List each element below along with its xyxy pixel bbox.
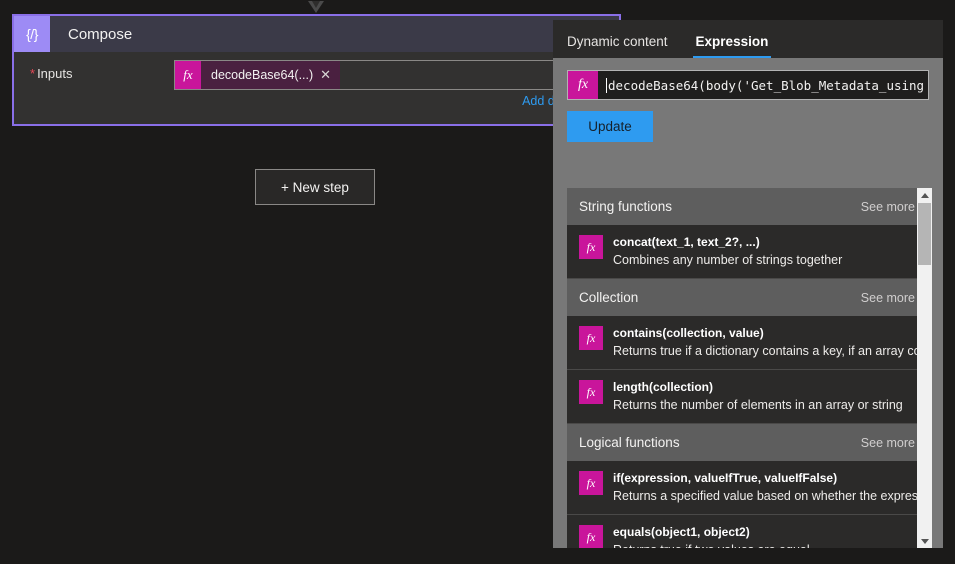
expression-flyout-panel: Dynamic content Expression fx decodeBase… — [553, 20, 943, 548]
compose-icon-glyph: {/} — [26, 26, 38, 42]
compose-card-title: Compose — [68, 25, 133, 43]
fx-icon: fx — [568, 71, 598, 99]
compose-braces-icon: {/} — [14, 16, 50, 52]
fx-icon: fx — [579, 380, 603, 404]
function-signature: length(collection) — [613, 380, 713, 394]
see-more-link[interactable]: See more — [861, 291, 915, 305]
section-title: String functions — [579, 199, 673, 214]
function-list-item[interactable]: fx if(expression, valueIfTrue, valueIfFa… — [567, 461, 929, 515]
function-signature: equals(object1, object2) — [613, 525, 750, 539]
expression-value: decodeBase64(body('Get_Blob_Metadata_usi… — [608, 77, 925, 93]
section-header-collection: Collection See more — [567, 279, 929, 316]
function-signature: concat(text_1, text_2?, ...) — [613, 235, 760, 249]
scrollbar-thumb[interactable] — [918, 203, 931, 265]
function-description: Combines any number of strings together — [613, 253, 843, 267]
required-marker: * — [30, 66, 36, 81]
function-list-scrollbar[interactable] — [917, 188, 932, 548]
function-text: equals(object1, object2) Returns true if… — [613, 523, 917, 548]
fx-icon: fx — [579, 235, 603, 259]
fx-icon: fx — [579, 326, 603, 350]
function-text: length(collection) Returns the number of… — [613, 378, 917, 414]
scroll-down-arrow-icon[interactable] — [917, 534, 932, 548]
expression-editor-area: fx decodeBase64(body('Get_Blob_Metadata_… — [553, 58, 943, 156]
compose-card-body: *Inputs fx decodeBase64(...) ✕ Add dynam… — [14, 52, 619, 125]
function-description: Returns a specified value based on wheth… — [613, 489, 929, 503]
section-header-logical-functions: Logical functions See more — [567, 424, 929, 461]
function-signature: if(expression, valueIfTrue, valueIfFalse… — [613, 471, 838, 485]
function-list[interactable]: String functions See more fx concat(text… — [567, 188, 929, 548]
fx-icon: fx — [579, 471, 603, 495]
update-button[interactable]: Update — [567, 111, 653, 142]
flyout-tab-bar: Dynamic content Expression — [553, 20, 943, 58]
remove-token-icon[interactable]: ✕ — [320, 67, 340, 83]
inputs-label-text: Inputs — [37, 66, 73, 81]
app-root: {/} Compose * Inputs fx decodeBase64(...)… — [0, 0, 955, 564]
see-more-link[interactable]: See more — [861, 200, 915, 214]
function-description: Returns the number of elements in an arr… — [613, 398, 903, 412]
function-signature: contains(collection, value) — [613, 326, 764, 340]
section-title: Logical functions — [579, 435, 680, 450]
fx-icon: fx — [579, 525, 603, 548]
section-header-string-functions: String functions See more — [567, 188, 929, 225]
function-list-item[interactable]: fx length(collection) Returns the number… — [567, 370, 929, 424]
function-list-item[interactable]: fx concat(text_1, text_2?, ...) Combines… — [567, 225, 929, 279]
inputs-label: * Inputs — [30, 66, 72, 81]
arrow-down-icon — [305, 0, 327, 16]
fx-icon: fx — [175, 61, 201, 89]
scroll-up-arrow-icon[interactable] — [917, 188, 932, 202]
text-caret — [606, 77, 607, 93]
expression-input[interactable]: fx decodeBase64(body('Get_Blob_Metadata_… — [567, 70, 929, 100]
function-list-item[interactable]: fx contains(collection, value) Returns t… — [567, 316, 929, 370]
expression-input-text[interactable]: decodeBase64(body('Get_Blob_Metadata_usi… — [598, 71, 928, 99]
function-text: contains(collection, value) Returns true… — [613, 324, 929, 360]
expression-token[interactable]: fx decodeBase64(...) ✕ — [175, 61, 341, 89]
expression-token-label: decodeBase64(...) — [211, 68, 314, 82]
bottom-strip — [0, 548, 955, 564]
section-title: Collection — [579, 290, 639, 305]
compose-action-card[interactable]: {/} Compose * Inputs fx decodeBase64(...)… — [12, 14, 621, 126]
tab-dynamic-content[interactable]: Dynamic content — [567, 34, 668, 58]
new-step-button[interactable]: + New step — [255, 169, 375, 205]
tab-expression[interactable]: Expression — [692, 34, 772, 58]
function-text: concat(text_1, text_2?, ...) Combines an… — [613, 233, 917, 269]
function-description: Returns true if a dictionary contains a … — [613, 344, 929, 358]
function-text: if(expression, valueIfTrue, valueIfFalse… — [613, 469, 929, 505]
see-more-link[interactable]: See more — [861, 436, 915, 450]
function-list-item[interactable]: fx equals(object1, object2) Returns true… — [567, 515, 929, 548]
compose-card-header[interactable]: {/} Compose — [14, 16, 619, 52]
